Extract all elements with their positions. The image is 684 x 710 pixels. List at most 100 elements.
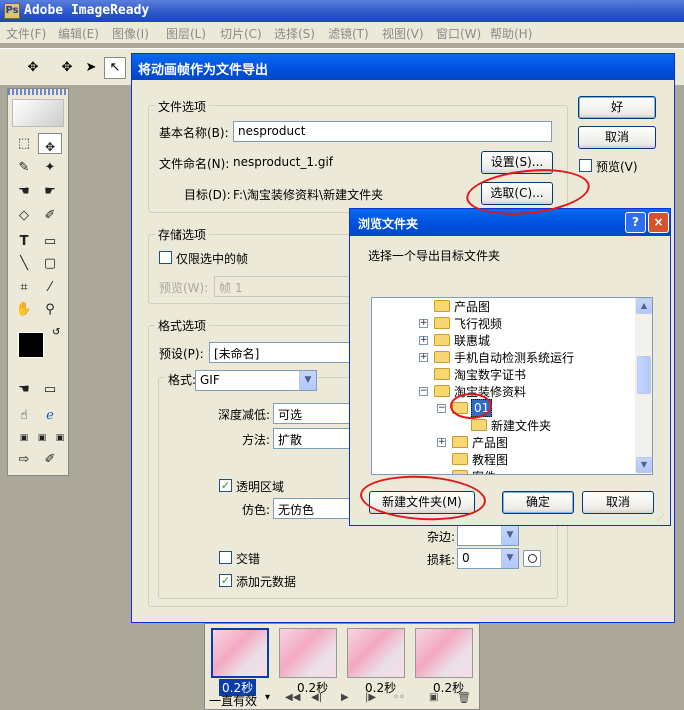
tree-item-folder[interactable]: + 联惠城 (372, 331, 634, 348)
menu-help[interactable]: 帮助(H) (490, 25, 532, 42)
foreground-color-swatch[interactable] (18, 332, 44, 358)
animation-frame[interactable] (347, 628, 405, 678)
tree-item-folder[interactable]: 新建文件夹 (372, 416, 634, 433)
browse-cancel-button[interactable]: 取消 (582, 491, 654, 514)
tree-item-folder[interactable]: 淘宝数字证书 (372, 365, 634, 382)
folder-tree[interactable]: 产品图 + 飞行视频 + 联惠城 + 手机自动检测系统运行 淘宝数字证书 − 淘… (371, 297, 653, 475)
menu-edit[interactable]: 编辑(E) (58, 25, 99, 42)
tree-item-folder[interactable]: 教程图 (372, 450, 634, 467)
depth-select[interactable]: 可选 (273, 403, 351, 424)
screen-mode-full-icon[interactable]: ▣ (48, 427, 72, 449)
collapse-icon[interactable]: − (437, 404, 446, 413)
format-select[interactable]: GIF ▼ (195, 370, 317, 391)
matte-select[interactable]: ▼ (457, 525, 519, 546)
menu-select[interactable]: 选择(S) (274, 25, 315, 42)
edit-in-photoshop-icon[interactable]: ✐ (38, 449, 62, 471)
browse-ok-button[interactable]: 确定 (502, 491, 574, 514)
play-icon[interactable]: ▶ (341, 692, 349, 703)
zoom-tool-icon[interactable]: ⚲ (38, 299, 62, 321)
trash-icon[interactable]: 🗑 (457, 691, 471, 704)
scroll-up-icon[interactable]: ▲ (636, 298, 652, 314)
tree-item-folder[interactable]: + 飞行视频 (372, 314, 634, 331)
tree-scrollbar[interactable]: ▲ ▼ (635, 298, 652, 474)
slice-select-tool-icon[interactable]: ☛ (38, 181, 62, 203)
transparency-checkbox[interactable]: ✓ (219, 479, 232, 492)
move-tool-icon[interactable]: ✥ (22, 57, 44, 79)
base-name-input[interactable]: nesproduct (233, 121, 552, 142)
brush-tool-icon[interactable]: ✐ (38, 205, 62, 227)
direct-select-icon[interactable]: ↖ (104, 57, 126, 79)
tree-item-folder[interactable]: 产品图 (372, 298, 634, 314)
expand-icon[interactable]: + (419, 353, 428, 362)
tree-item-folder-selected[interactable]: − 01 (372, 399, 634, 417)
annotation-circle (450, 393, 492, 419)
tree-item-label: 淘宝数字证书 (454, 368, 527, 382)
prev-frame-icon[interactable]: ◀| (311, 692, 322, 703)
expand-icon[interactable]: + (419, 336, 428, 345)
collapse-icon[interactable]: − (419, 387, 428, 396)
menu-file[interactable]: 文件(F) (6, 25, 46, 42)
hand-tool-icon[interactable]: ✋ (12, 299, 36, 321)
cancel-button[interactable]: 取消 (578, 126, 656, 149)
loop-select[interactable]: 一直有效 (209, 692, 257, 709)
lossy-slider-button[interactable] (523, 550, 541, 567)
menu-slice[interactable]: 切片(C) (220, 25, 262, 42)
eyedropper-tool-icon[interactable]: ⁄ (38, 277, 62, 299)
menu-image[interactable]: 图像(I) (112, 25, 149, 42)
help-button[interactable]: ? (625, 212, 646, 233)
tree-item-folder[interactable]: + 产品图 (372, 433, 634, 450)
ok-button[interactable]: 好 (578, 96, 656, 119)
expand-icon[interactable]: + (437, 438, 446, 447)
preview-in-browser-icon[interactable]: ℯ (38, 405, 62, 427)
resize-grip-icon[interactable]: ⋰ (657, 513, 665, 522)
shape-tool-icon[interactable]: ▢ (38, 253, 62, 275)
rollover-preview-icon[interactable]: ☝ (12, 405, 36, 427)
slice-tool-icon[interactable]: ☚ (12, 181, 36, 203)
menu-view[interactable]: 视图(V) (382, 25, 424, 42)
jump-to-photoshop-icon[interactable]: ⇨ (12, 449, 36, 471)
scroll-thumb[interactable] (637, 356, 651, 394)
dialog-title-bar[interactable]: 将动画帧作为文件导出 (132, 54, 674, 80)
lasso-tool-icon[interactable]: ✎ (12, 157, 36, 179)
animation-frame[interactable] (415, 628, 473, 678)
swap-colors-icon[interactable]: ↺ (52, 327, 60, 338)
slice-select-icon[interactable]: ✥ (56, 57, 78, 79)
toolbox-grip[interactable] (8, 89, 68, 95)
type-tool-icon[interactable]: T (12, 231, 36, 253)
lossy-select[interactable]: 0 ▼ (457, 548, 519, 569)
crop-tool-icon[interactable]: ⌗ (12, 277, 36, 299)
loop-dropdown-icon[interactable]: ▾ (265, 692, 270, 703)
toggle-slice-icon[interactable]: ☚ (12, 379, 36, 401)
first-frame-icon[interactable]: ◀◀ (285, 692, 300, 703)
file-naming-label: 文件命名(N): (159, 157, 230, 171)
tree-item-folder[interactable]: 案件 (372, 467, 634, 474)
rectangle-tool-icon[interactable]: ▭ (38, 231, 62, 253)
only-selected-checkbox[interactable] (159, 251, 172, 264)
pointer-icon[interactable]: ➤ (80, 57, 102, 79)
tree-item-folder[interactable]: + 手机自动检测系统运行 (372, 348, 634, 365)
menu-layer[interactable]: 图层(L) (166, 25, 206, 42)
scroll-down-icon[interactable]: ▼ (636, 457, 652, 473)
metadata-checkbox[interactable]: ✓ (219, 574, 232, 587)
close-icon[interactable]: × (648, 212, 669, 233)
dither-select[interactable]: 无仿色 (273, 498, 351, 519)
preview-checkbox[interactable] (579, 159, 592, 172)
animation-frame[interactable] (211, 628, 269, 678)
line-tool-icon[interactable]: ╲ (12, 253, 36, 275)
tween-icon[interactable]: ◦◦ (393, 692, 405, 703)
move-tool-icon[interactable]: ✥ (38, 133, 62, 154)
method-select[interactable]: 扩散 (273, 428, 351, 449)
image-map-icon[interactable]: ▭ (38, 379, 62, 401)
new-frame-icon[interactable]: ▣ (429, 692, 438, 703)
menu-window[interactable]: 窗口(W) (436, 25, 481, 42)
expand-icon[interactable]: + (419, 319, 428, 328)
marquee-tool-icon[interactable]: ⬚ (12, 133, 36, 155)
menu-filter[interactable]: 滤镜(T) (328, 25, 369, 42)
eraser-tool-icon[interactable]: ◇ (12, 205, 36, 227)
preset-select[interactable]: [未命名] (209, 342, 354, 363)
animation-frame[interactable] (279, 628, 337, 678)
next-frame-icon[interactable]: |▶ (365, 692, 376, 703)
tree-item-folder[interactable]: − 淘宝装修资料 (372, 382, 634, 399)
interlace-checkbox[interactable] (219, 551, 232, 564)
magic-wand-icon[interactable]: ✦ (38, 157, 62, 179)
